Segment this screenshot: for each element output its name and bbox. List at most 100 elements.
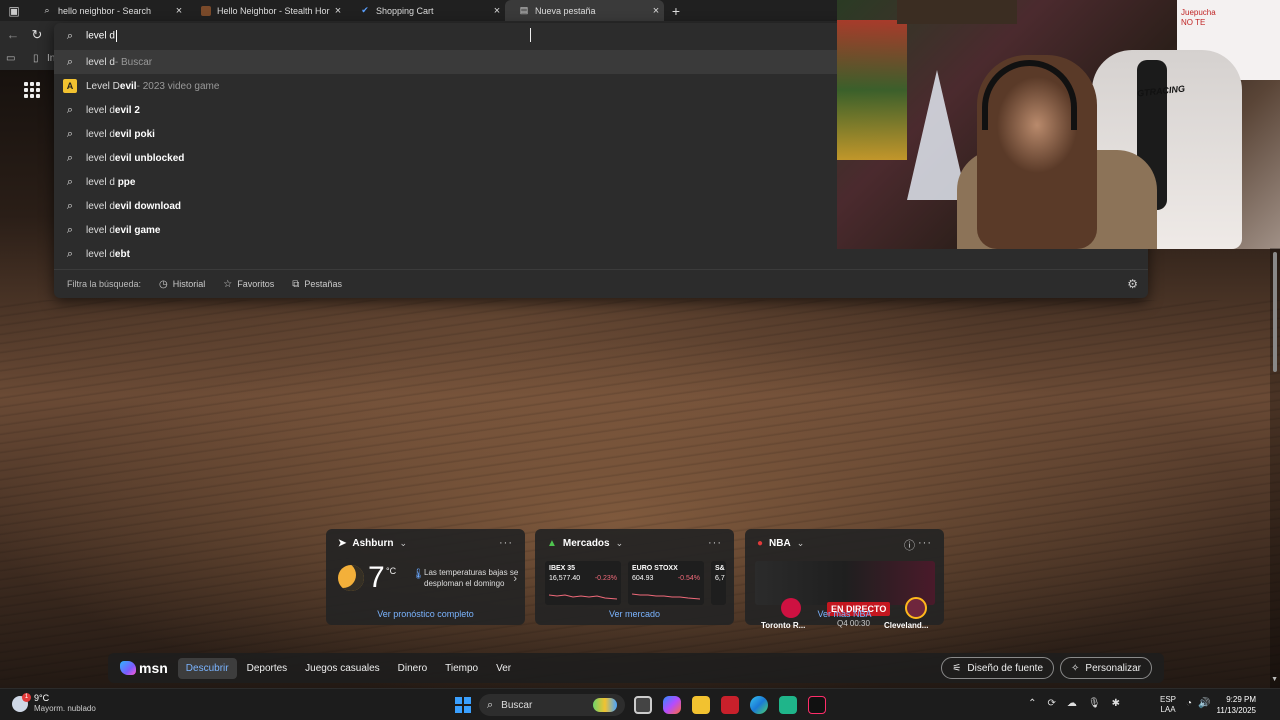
microphone-icon[interactable]: 🎙 bbox=[1088, 698, 1101, 709]
search-icon: ⌕ bbox=[66, 55, 74, 68]
search-icon: ⌕ bbox=[66, 247, 74, 260]
edge-icon[interactable] bbox=[750, 696, 768, 714]
close-tab-icon[interactable]: × bbox=[171, 5, 187, 17]
task-view-icon[interactable] bbox=[634, 696, 652, 714]
taskbar-temp: 9°C bbox=[34, 693, 50, 703]
page-scrollbar[interactable] bbox=[1270, 248, 1280, 688]
poster bbox=[837, 20, 907, 160]
search-icon: ⌕ bbox=[66, 29, 74, 42]
info-icon[interactable]: ⓘ bbox=[904, 537, 916, 553]
ticker-card[interactable]: EURO STOXX 604.93 -0.54% bbox=[628, 561, 704, 605]
cloud-icon: 1 bbox=[12, 692, 31, 712]
msn-logo[interactable]: msn bbox=[120, 660, 168, 676]
msn-tab-weather[interactable]: Tiempo bbox=[437, 658, 486, 679]
msn-tab-money[interactable]: Dinero bbox=[390, 658, 435, 679]
clock[interactable]: 9:29 PM 11/13/2025 bbox=[1217, 694, 1256, 716]
close-tab-icon[interactable]: × bbox=[648, 5, 664, 17]
nba-icon: ● bbox=[757, 538, 764, 549]
apps-launcher-icon[interactable] bbox=[24, 82, 40, 98]
msn-butterfly-icon bbox=[120, 661, 136, 675]
file-explorer-icon[interactable] bbox=[692, 696, 710, 714]
tab-shopping-cart[interactable]: ✔ Shopping Cart × bbox=[346, 0, 505, 21]
search-icon: ⌕ bbox=[487, 698, 494, 711]
personalize-button[interactable]: ✧ Personalizar bbox=[1060, 657, 1152, 679]
trend-up-icon: ▲ bbox=[547, 538, 557, 549]
ticker-card[interactable]: S& 6,7 bbox=[711, 561, 726, 605]
tab-label: Nueva pestaña bbox=[535, 5, 596, 16]
input-language[interactable]: ESP LAA bbox=[1160, 695, 1176, 715]
more-options-icon[interactable]: ··· bbox=[918, 537, 932, 549]
tab-actions-icon[interactable]: ▣ bbox=[0, 0, 28, 21]
network-cloud-icon[interactable]: ☁ bbox=[1067, 698, 1077, 709]
new-tab-button[interactable]: + bbox=[664, 3, 688, 19]
away-team: Cleveland... bbox=[884, 621, 929, 630]
tab-new-tab[interactable]: ▤ Nueva pestaña × bbox=[505, 0, 664, 21]
close-tab-icon[interactable]: × bbox=[489, 5, 505, 17]
temperature-unit: °C bbox=[386, 566, 397, 576]
markets-link[interactable]: Ver mercado bbox=[535, 609, 734, 619]
shelf bbox=[897, 0, 1017, 24]
more-options-icon[interactable]: ··· bbox=[708, 537, 722, 549]
markets-header[interactable]: ▲ Mercados ⌄ bbox=[547, 538, 623, 549]
bluetooth-icon[interactable]: ✱ bbox=[1112, 698, 1120, 709]
msn-tab-watch[interactable]: Ver bbox=[488, 658, 519, 679]
sparkline bbox=[632, 593, 700, 600]
weather-widget[interactable]: ➤ Ashburn ⌄ ··· 7 °C 🌡 Las temperaturas … bbox=[326, 529, 525, 625]
address-input[interactable]: level d bbox=[86, 30, 117, 42]
taskbar-search[interactable]: ⌕ Buscar bbox=[479, 694, 625, 716]
whiteboard-text: Juepucha NO TE bbox=[1181, 8, 1216, 27]
wifi-icon: ◔ bbox=[1186, 698, 1193, 709]
chevron-up-icon[interactable]: ⌃ bbox=[1028, 698, 1036, 709]
close-tab-icon[interactable]: × bbox=[330, 5, 346, 17]
game-score-card[interactable]: EN DIRECTO Q4 00:30 Toronto R... Clevela… bbox=[755, 561, 935, 630]
game-thumbnail-icon bbox=[201, 5, 211, 16]
favorites-icon[interactable]: ▭ bbox=[6, 53, 15, 64]
msn-actions: ⚟ Diseño de fuente ✧ Personalizar bbox=[935, 657, 1152, 679]
filter-chip-tabs[interactable]: ⧉ Pestañas bbox=[292, 279, 342, 290]
nba-header[interactable]: ● NBA ⌄ bbox=[757, 538, 804, 549]
filter-chip-favorites[interactable]: ☆ Favoritos bbox=[223, 279, 274, 290]
sync-icon[interactable]: ⟳ bbox=[1048, 698, 1056, 709]
scroll-thumb[interactable] bbox=[1273, 252, 1277, 372]
webcam-overlay: Juepucha NO TE GTRACING bbox=[837, 0, 1280, 249]
game-period: Q4 00:30 bbox=[837, 619, 870, 628]
forecast-link[interactable]: Ver pronóstico completo bbox=[326, 609, 525, 619]
gear-icon[interactable]: ⚙ bbox=[1127, 277, 1138, 291]
scroll-down-arrow-icon[interactable]: ▼ bbox=[1271, 676, 1278, 683]
filter-chip-history[interactable]: ◷ Historial bbox=[159, 279, 205, 290]
msn-feed-bar: msn Descubrir Deportes Juegos casuales D… bbox=[108, 653, 1164, 683]
system-tray: ⌃ ⟳ ☁ 🎙 ✱ bbox=[1017, 698, 1120, 709]
tab-hello-neighbor[interactable]: Hello Neighbor - Stealth Horror G × bbox=[187, 0, 346, 21]
ticker-card[interactable]: IBEX 35 16,577.40 -0.23% bbox=[545, 561, 621, 605]
folder-icon[interactable]: ▯ bbox=[33, 53, 39, 64]
chevron-right-icon[interactable]: › bbox=[513, 573, 517, 585]
favorites-bar: ▭ ▯ In bbox=[0, 50, 55, 70]
game-bar-icon[interactable] bbox=[779, 696, 797, 714]
markets-widget[interactable]: ▲ Mercados ⌄ ··· IBEX 35 16,577.40 -0.23%… bbox=[535, 529, 734, 625]
nba-widget[interactable]: ● NBA ⌄ ⓘ ··· EN DIRECTO Q4 00:30 Toront… bbox=[745, 529, 944, 630]
windows-start-icon[interactable] bbox=[455, 697, 471, 713]
msn-nav: Descubrir Deportes Juegos casuales Diner… bbox=[177, 657, 521, 679]
nba-link[interactable]: Ver más NBA bbox=[745, 609, 944, 619]
location-arrow-icon: ➤ bbox=[338, 538, 347, 549]
tab-label: Hello Neighbor - Stealth Horror G bbox=[217, 5, 330, 16]
copilot-icon[interactable] bbox=[663, 696, 681, 714]
msn-tab-sports[interactable]: Deportes bbox=[239, 658, 296, 679]
tab-strip: ▣ ⌕ hello neighbor - Search × Hello Neig… bbox=[0, 0, 838, 21]
search-icon: ⌕ bbox=[66, 103, 74, 116]
quick-settings[interactable]: ◔ 🔊 bbox=[1186, 698, 1217, 709]
weather-header[interactable]: ➤ Ashburn ⌄ bbox=[338, 538, 407, 549]
msn-tab-casual-games[interactable]: Juegos casuales bbox=[297, 658, 388, 679]
chevron-down-icon: ⌄ bbox=[615, 538, 624, 548]
page-layout-button[interactable]: ⚟ Diseño de fuente bbox=[941, 657, 1055, 679]
taskbar-weather[interactable]: 1 9°C Mayorm. nublado bbox=[12, 692, 96, 714]
tab-search[interactable]: ⌕ hello neighbor - Search × bbox=[28, 0, 187, 21]
msn-tab-discover[interactable]: Descubrir bbox=[177, 657, 237, 679]
filter-label: Filtra la búsqueda: bbox=[67, 279, 142, 289]
mcafee-icon[interactable] bbox=[721, 696, 739, 714]
tiktok-icon[interactable] bbox=[808, 696, 826, 714]
back-arrow-icon[interactable]: ← bbox=[5, 27, 21, 43]
more-options-icon[interactable]: ··· bbox=[499, 537, 513, 549]
search-icon: ⌕ bbox=[44, 5, 50, 15]
refresh-icon[interactable]: ↻ bbox=[29, 27, 45, 43]
